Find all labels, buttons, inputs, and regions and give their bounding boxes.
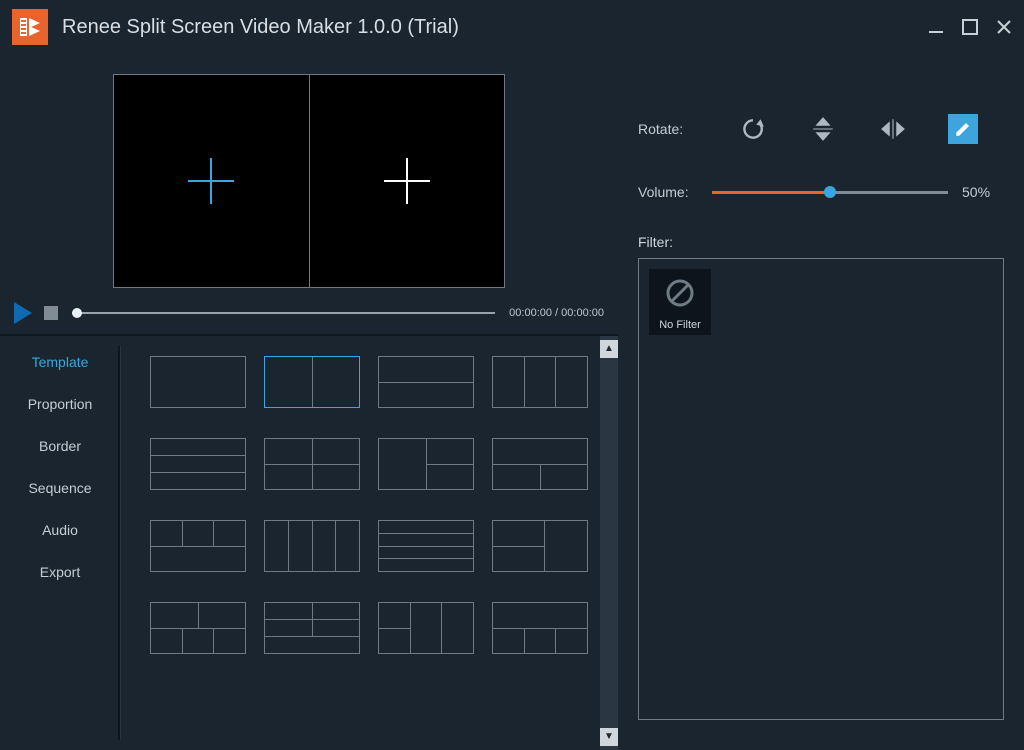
tab-sequence[interactable]: Sequence bbox=[0, 472, 120, 504]
template-2x1-h[interactable] bbox=[378, 356, 474, 408]
rotate-cw-button[interactable] bbox=[738, 114, 768, 144]
template-1x4-v[interactable] bbox=[264, 520, 360, 572]
flip-vertical-button[interactable] bbox=[808, 114, 838, 144]
play-icon bbox=[14, 302, 32, 324]
time-display: 00:00:00 / 00:00:00 bbox=[509, 307, 604, 319]
volume-controls: Volume: 50% bbox=[638, 184, 1004, 200]
timeline-slider[interactable] bbox=[72, 312, 495, 314]
filter-name: No Filter bbox=[659, 319, 701, 331]
tab-border[interactable]: Border bbox=[0, 430, 120, 462]
preview-slot-2[interactable] bbox=[310, 75, 505, 287]
template-scrollbar[interactable]: ▲ ▼ bbox=[600, 336, 618, 750]
filter-panel: No Filter bbox=[638, 258, 1004, 720]
play-button[interactable] bbox=[14, 302, 32, 324]
scroll-down-icon[interactable]: ▼ bbox=[600, 728, 618, 746]
rotate-cw-icon bbox=[740, 116, 766, 142]
template-left-2right[interactable] bbox=[378, 438, 474, 490]
transport-bar: 00:00:00 / 00:00:00 bbox=[0, 288, 618, 334]
template-grid: ▲ ▼ bbox=[120, 336, 618, 750]
volume-value: 50% bbox=[962, 184, 1004, 200]
maximize-button[interactable] bbox=[962, 19, 978, 35]
minimize-button[interactable] bbox=[928, 19, 944, 35]
template-row4c[interactable] bbox=[378, 602, 474, 654]
bottom-section: Template Proportion Border Sequence Audi… bbox=[0, 334, 618, 750]
template-3x1-h[interactable] bbox=[150, 438, 246, 490]
stop-button[interactable] bbox=[38, 306, 58, 320]
preview-canvas bbox=[113, 74, 505, 288]
tab-proportion[interactable]: Proportion bbox=[0, 388, 120, 420]
filter-label: Filter: bbox=[638, 234, 1004, 250]
preview-slot-1[interactable] bbox=[114, 75, 310, 287]
no-filter-icon bbox=[664, 277, 696, 309]
rotate-label: Rotate: bbox=[638, 121, 698, 137]
template-1x1[interactable] bbox=[150, 356, 246, 408]
flip-vertical-icon bbox=[810, 116, 836, 142]
tab-audio[interactable]: Audio bbox=[0, 514, 120, 546]
template-2x2[interactable] bbox=[264, 438, 360, 490]
template-row4a[interactable] bbox=[150, 602, 246, 654]
template-1x3-v[interactable] bbox=[492, 356, 588, 408]
flip-horizontal-icon bbox=[880, 116, 906, 142]
right-pane: Rotate: bbox=[618, 54, 1024, 750]
template-toprow3-bottom[interactable] bbox=[150, 520, 246, 572]
time-total: 00:00:00 bbox=[561, 307, 604, 319]
edit-button[interactable] bbox=[948, 114, 978, 144]
titlebar: Renee Split Screen Video Maker 1.0.0 (Tr… bbox=[0, 0, 1024, 54]
template-row4d[interactable] bbox=[492, 602, 588, 654]
time-current: 00:00:00 bbox=[509, 307, 552, 319]
timeline-knob[interactable] bbox=[72, 308, 82, 318]
volume-label: Volume: bbox=[638, 184, 698, 200]
app-title: Renee Split Screen Video Maker 1.0.0 (Tr… bbox=[62, 16, 928, 39]
close-button[interactable] bbox=[996, 19, 1012, 35]
volume-slider[interactable] bbox=[712, 191, 948, 194]
left-pane: 00:00:00 / 00:00:00 Template Proportion … bbox=[0, 54, 618, 750]
tab-template[interactable]: Template bbox=[0, 346, 120, 378]
stop-icon bbox=[44, 306, 58, 320]
template-4x1-h[interactable] bbox=[378, 520, 474, 572]
template-row4b[interactable] bbox=[264, 602, 360, 654]
side-tabs: Template Proportion Border Sequence Audi… bbox=[0, 336, 120, 750]
template-top-2bottom[interactable] bbox=[492, 438, 588, 490]
preview-area bbox=[0, 54, 618, 288]
template-leftcol2-right[interactable] bbox=[492, 520, 588, 572]
flip-horizontal-button[interactable] bbox=[878, 114, 908, 144]
template-1x2-v[interactable] bbox=[264, 356, 360, 408]
app-logo bbox=[12, 9, 48, 45]
tab-export[interactable]: Export bbox=[0, 556, 120, 588]
pencil-icon bbox=[954, 120, 972, 138]
filter-no-filter[interactable]: No Filter bbox=[649, 269, 711, 335]
scroll-up-icon[interactable]: ▲ bbox=[600, 340, 618, 358]
rotate-controls: Rotate: bbox=[638, 114, 1004, 144]
volume-knob[interactable] bbox=[824, 186, 836, 198]
